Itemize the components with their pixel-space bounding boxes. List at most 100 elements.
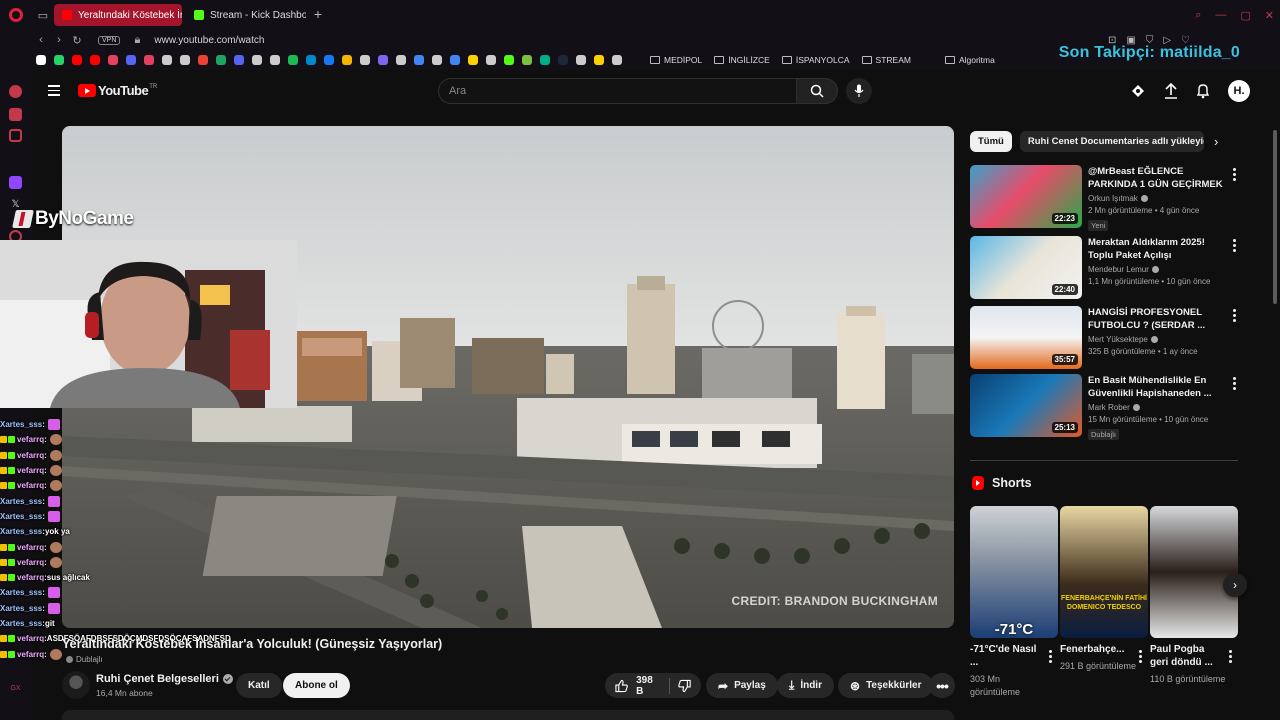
bookmark-site-icon[interactable] (554, 50, 572, 70)
maximize-icon[interactable]: ▢ (1240, 9, 1250, 22)
video-thumbnail[interactable]: 35:57 (970, 306, 1082, 369)
bookmark-folder[interactable]: MEDİPOL (650, 55, 702, 65)
recommended-video[interactable]: 22:23 @MrBeast EĞLENCE PARKINDA 1 GÜN GEÇ… (970, 165, 1238, 231)
tab-kick[interactable]: Stream - Kick Dashboard (186, 4, 306, 26)
menu-icon[interactable] (48, 85, 60, 99)
bookmark-site-icon[interactable] (374, 50, 392, 70)
share-button[interactable]: ➦ Paylaş (706, 673, 778, 698)
notifications-bell-icon[interactable] (1196, 83, 1210, 99)
url-field[interactable]: www.youtube.com/watch (154, 35, 264, 46)
forward-icon[interactable]: › (50, 34, 68, 46)
upload-icon[interactable] (1164, 83, 1178, 99)
channel-name[interactable]: Ruhi Çenet Belgeselleri (96, 673, 233, 685)
user-avatar[interactable]: H. (1228, 80, 1250, 102)
video-title[interactable]: Meraktan Aldıklarım 2025! Toplu Paket Aç… (1088, 236, 1224, 262)
video-title[interactable]: En Basit Mühendislikle En Güvenlikli Hap… (1088, 374, 1224, 400)
more-vertical-icon[interactable] (1139, 650, 1142, 665)
thanks-button[interactable]: ⊛ Teşekkürler (838, 673, 934, 698)
bookmark-site-icon[interactable] (572, 50, 590, 70)
video-title[interactable]: @MrBeast EĞLENCE PARKINDA 1 GÜN GEÇİRMEK (1088, 165, 1224, 191)
bookmark-site-icon[interactable] (68, 50, 86, 70)
channel-avatar[interactable] (62, 671, 90, 699)
vpn-badge[interactable]: VPN (98, 35, 121, 45)
twitch-icon[interactable] (9, 176, 22, 189)
channel-name[interactable]: Mendebur Lemur (1088, 265, 1149, 274)
like-thumb-icon[interactable] (615, 679, 628, 693)
minimize-icon[interactable]: — (1215, 9, 1226, 21)
chips-next-chevron-icon[interactable]: › (1214, 134, 1218, 149)
description-box[interactable] (62, 710, 954, 720)
close-window-icon[interactable]: ✕ (1265, 9, 1274, 22)
bookmark-folder[interactable]: STREAM (862, 55, 911, 65)
more-vertical-icon[interactable] (1233, 168, 1236, 183)
gx-icon[interactable]: GX (9, 682, 22, 695)
bookmark-site-icon[interactable] (140, 50, 158, 70)
download-button[interactable]: ⤓ İndir (777, 673, 834, 698)
voice-search-button[interactable] (846, 78, 872, 104)
chip-all[interactable]: Tümü (970, 131, 1012, 152)
bookmark-site-icon[interactable] (464, 50, 482, 70)
video-title[interactable]: HANGİSİ PROFESYONEL FUTBOLCU ? (SERDAR .… (1088, 306, 1224, 332)
bookmark-site-icon[interactable] (266, 50, 284, 70)
cast-extension-icon[interactable] (1130, 83, 1146, 99)
channel-name[interactable]: Orkun Işıtmak (1088, 194, 1138, 203)
short-title[interactable]: Paul Pogba geri döndü ... (1150, 643, 1222, 669)
short-thumbnail[interactable] (1150, 506, 1238, 638)
short-thumbnail[interactable]: FENERBAHÇE'NİN FATİHİ DOMENICO TEDESCO (1060, 506, 1148, 638)
more-vertical-icon[interactable] (1233, 309, 1236, 324)
workspaces-icon[interactable]: ▭ (32, 0, 54, 30)
back-icon[interactable]: ‹ (32, 34, 50, 46)
join-button[interactable]: Katıl (236, 673, 282, 698)
bookmark-site-icon[interactable] (122, 50, 140, 70)
bookmark-site-icon[interactable] (590, 50, 608, 70)
bookmark-site-icon[interactable] (212, 50, 230, 70)
bookmark-site-icon[interactable] (104, 50, 122, 70)
bookmark-site-icon[interactable] (410, 50, 428, 70)
bookmark-folder[interactable]: İNGİLİZCE (714, 55, 770, 65)
bookmark-site-icon[interactable] (392, 50, 410, 70)
like-count[interactable]: 398 B (636, 675, 661, 697)
chat-icon[interactable] (9, 108, 22, 121)
tab-youtube[interactable]: Yeraltındaki Köstebek İnsa (54, 4, 182, 26)
video-thumbnail[interactable]: 22:23 (970, 165, 1082, 228)
bookmark-site-icon[interactable] (500, 50, 518, 70)
short-title[interactable]: -71°C'de Nasıl ... (970, 643, 1042, 669)
bookmark-site-icon[interactable] (50, 50, 68, 70)
video-thumbnail[interactable]: 25:13 (970, 374, 1082, 437)
channel-name[interactable]: Mert Yüksektepe (1088, 335, 1148, 344)
recommended-video[interactable]: 25:13 En Basit Mühendislikle En Güvenlikl… (970, 374, 1238, 440)
shorts-next-chevron-icon[interactable]: › (1223, 573, 1247, 597)
video-thumbnail[interactable]: 22:40 (970, 236, 1082, 299)
short-title[interactable]: Fenerbahçe... (1060, 643, 1132, 656)
bookmark-site-icon[interactable] (302, 50, 320, 70)
more-vertical-icon[interactable] (1229, 650, 1232, 665)
bookmark-site-icon[interactable] (230, 50, 248, 70)
bookmark-site-icon[interactable] (482, 50, 500, 70)
recommended-video[interactable]: 22:40 Meraktan Aldıklarım 2025! Toplu Pak… (970, 236, 1238, 300)
youtube-logo[interactable]: YouTube TR (78, 83, 157, 98)
bookmark-site-icon[interactable] (356, 50, 374, 70)
search-input[interactable]: Ara (438, 78, 796, 104)
bookmark-site-icon[interactable] (158, 50, 176, 70)
reload-icon[interactable]: ↻ (68, 34, 86, 47)
bookmark-site-icon[interactable] (284, 50, 302, 70)
opera-logo-icon[interactable] (0, 0, 32, 30)
channel-name[interactable]: Mark Rober (1088, 403, 1130, 412)
recommended-video[interactable]: 35:57 HANGİSİ PROFESYONEL FUTBOLCU ? (SER… (970, 306, 1238, 370)
bookmark-site-icon[interactable] (176, 50, 194, 70)
bookmark-folder[interactable]: İSPANYOLCA (782, 55, 850, 65)
bookmark-site-icon[interactable] (608, 50, 626, 70)
bookmark-site-icon[interactable] (518, 50, 536, 70)
bookmark-site-icon[interactable] (86, 50, 104, 70)
bookmark-site-icon[interactable] (320, 50, 338, 70)
instagram-icon[interactable] (9, 129, 22, 142)
chip-from-uploader[interactable]: Ruhi Cenet Documentaries adlı yükleyicid… (1019, 131, 1204, 152)
bookmark-site-icon[interactable] (32, 50, 50, 70)
bookmark-site-icon[interactable] (446, 50, 464, 70)
more-vertical-icon[interactable] (1233, 377, 1236, 392)
bookmark-site-icon[interactable] (194, 50, 212, 70)
bookmark-site-icon[interactable] (248, 50, 266, 70)
more-actions-button[interactable]: ••• (929, 673, 955, 698)
more-vertical-icon[interactable] (1049, 650, 1052, 665)
short-thumbnail[interactable]: -71°C (970, 506, 1058, 638)
